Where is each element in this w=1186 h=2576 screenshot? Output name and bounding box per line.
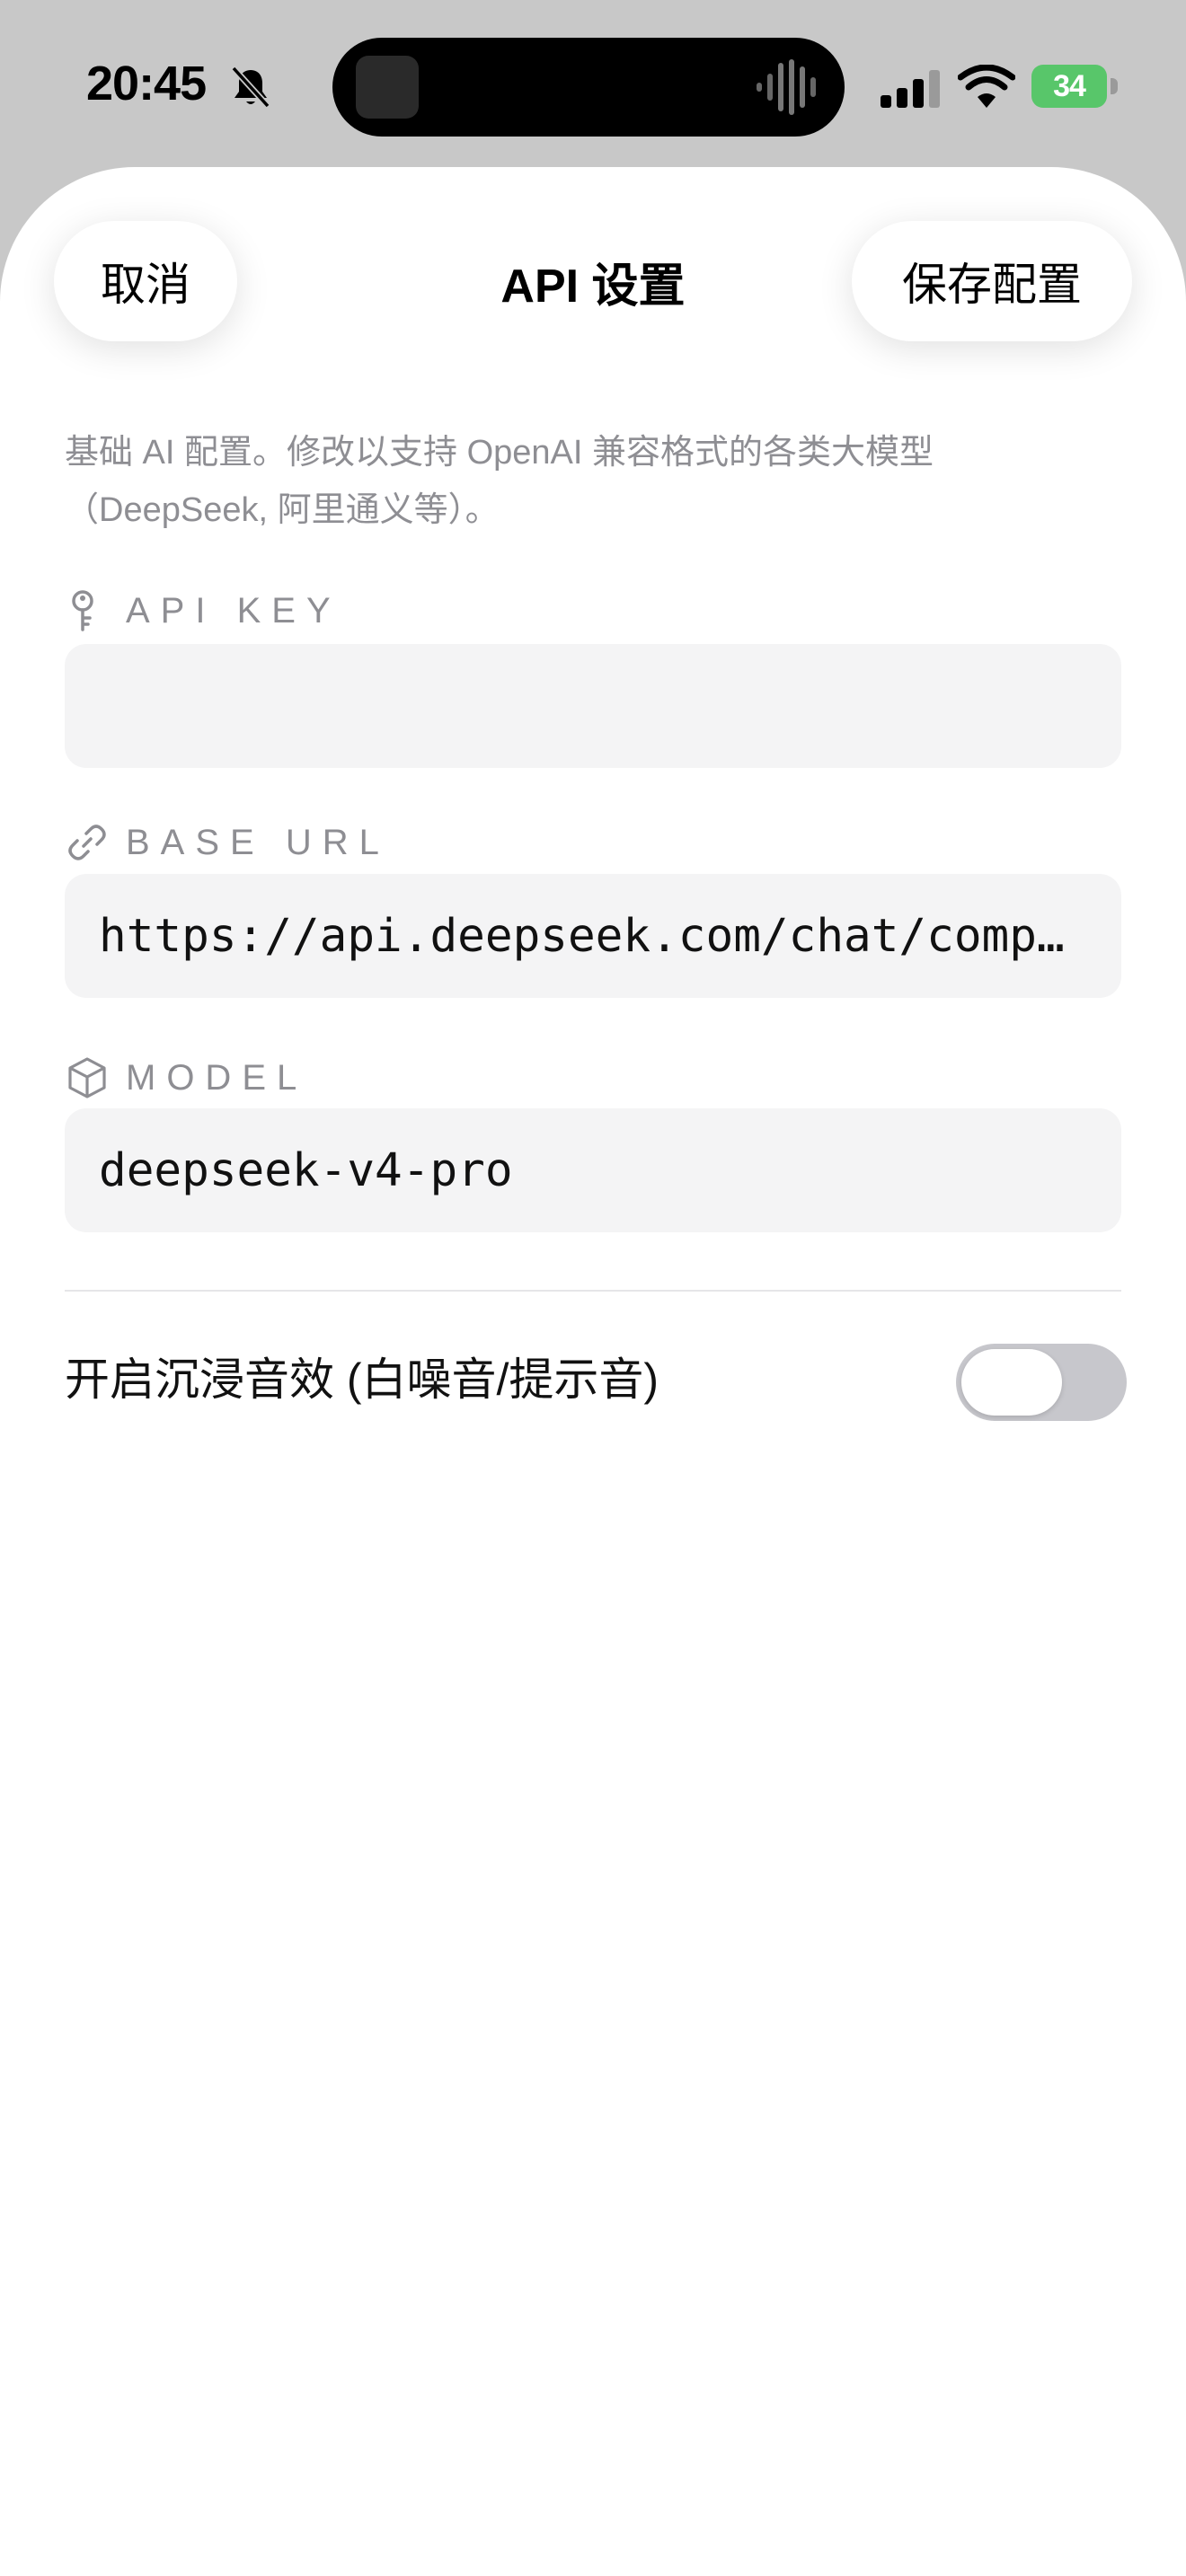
battery-indicator: 34 bbox=[1031, 65, 1118, 108]
toggle-knob bbox=[961, 1349, 1062, 1416]
cube-icon bbox=[68, 1057, 106, 1098]
ambient-sound-label: 开启沉浸音效 (白噪音/提示音) bbox=[65, 1354, 659, 1405]
now-playing-artwork[interactable] bbox=[356, 56, 419, 119]
ambient-sound-toggle[interactable] bbox=[956, 1344, 1127, 1421]
bell-slash-icon bbox=[231, 66, 270, 109]
settings-sheet: 取消 API 设置 保存配置 基础 AI 配置。修改以支持 OpenAI 兼容格… bbox=[0, 167, 1186, 2576]
model-label-text: MODEL bbox=[126, 1057, 308, 1098]
dynamic-island[interactable] bbox=[332, 38, 845, 137]
status-bar: 20:45 34 bbox=[0, 0, 1186, 167]
model-label: MODEL bbox=[65, 1051, 307, 1105]
api-key-label-text: API KEY bbox=[126, 590, 341, 631]
battery-cap bbox=[1111, 78, 1118, 94]
api-key-input[interactable] bbox=[65, 644, 1121, 768]
link-icon bbox=[68, 825, 106, 860]
battery-level: 34 bbox=[1031, 65, 1107, 108]
base-url-label: BASE URL bbox=[65, 816, 390, 869]
model-value: deepseek-v4-pro bbox=[99, 1143, 513, 1197]
base-url-input[interactable]: https://api.deepseek.com/chat/completion… bbox=[65, 874, 1121, 998]
wifi-icon bbox=[958, 65, 1015, 108]
api-key-label: API KEY bbox=[65, 584, 341, 638]
config-description: 基础 AI 配置。修改以支持 OpenAI 兼容格式的各类大模型（DeepSee… bbox=[65, 434, 934, 529]
nav-bar: 取消 API 设置 保存配置 bbox=[0, 167, 1186, 374]
base-url-value: https://api.deepseek.com/chat/completion… bbox=[99, 909, 1087, 963]
audio-waveform-icon bbox=[757, 59, 816, 115]
save-config-button[interactable]: 保存配置 bbox=[852, 221, 1132, 341]
signal-icon bbox=[881, 70, 940, 108]
model-input[interactable]: deepseek-v4-pro bbox=[65, 1108, 1121, 1232]
page-title: API 设置 bbox=[500, 260, 686, 313]
section-divider bbox=[65, 1290, 1121, 1292]
status-time: 20:45 bbox=[86, 57, 207, 110]
key-icon bbox=[72, 590, 93, 631]
base-url-label-text: BASE URL bbox=[126, 822, 390, 862]
cancel-button[interactable]: 取消 bbox=[54, 221, 237, 341]
